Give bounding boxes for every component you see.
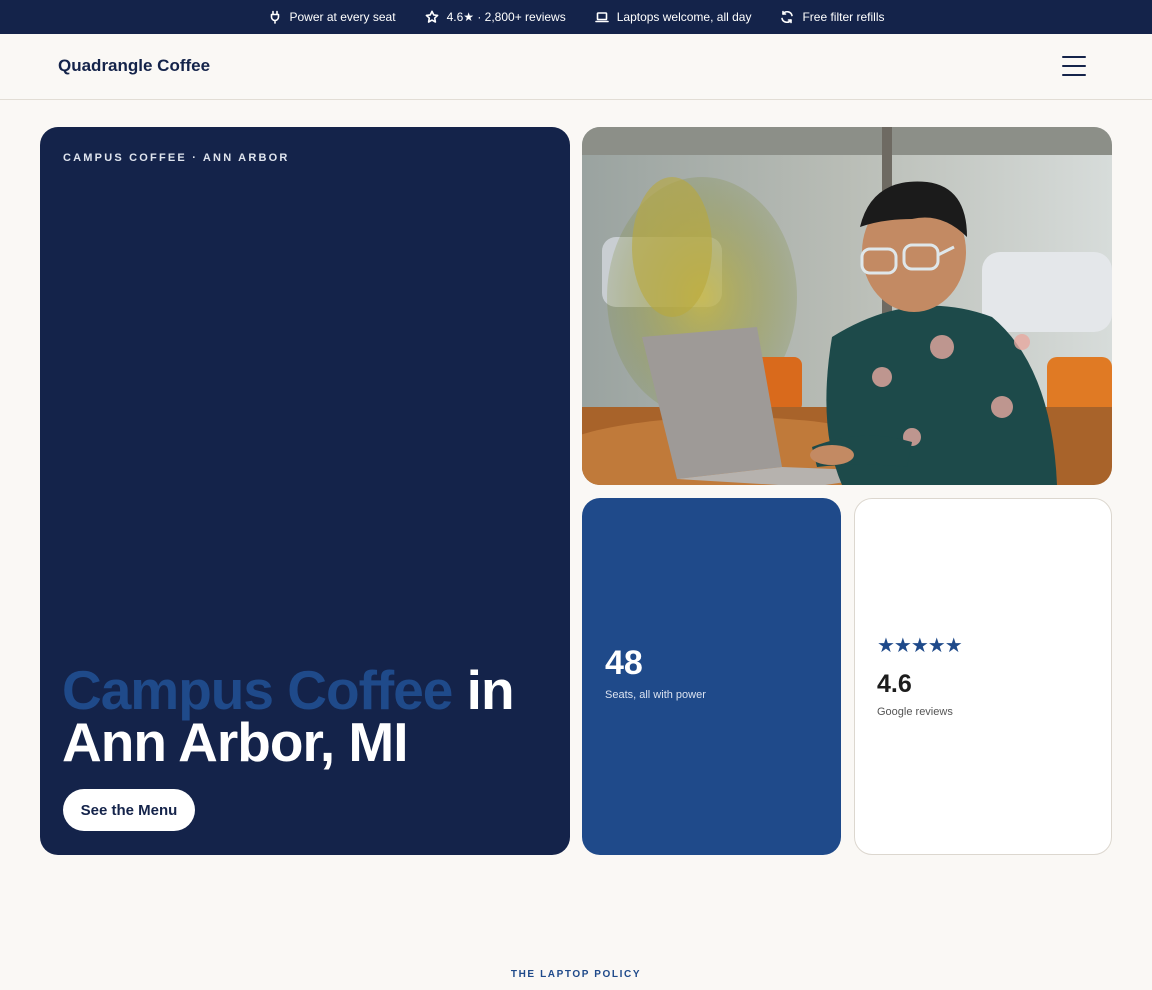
star-rating-icon: ★★★★★: [877, 635, 963, 657]
reviews-stat-card: ★★★★★ 4.6 Google reviews: [854, 498, 1112, 855]
cafe-laptop-photo: [582, 127, 1112, 485]
hero-eyebrow: CAMPUS COFFEE · ANN ARBOR: [63, 152, 290, 164]
announcement-bar: Power at every seat 4.6★ · 2,800+ review…: [0, 0, 1152, 34]
star-icon: [425, 10, 438, 23]
refresh-icon: [781, 10, 794, 24]
topbar-item-laptops: Laptops welcome, all day: [594, 10, 752, 24]
topbar-item-refills: Free filter refills: [780, 10, 884, 24]
laptop-policy-eyebrow: THE LAPTOP POLICY: [510, 969, 642, 980]
topbar-item-label: Laptops welcome, all day: [616, 10, 752, 24]
plug-icon: [270, 10, 279, 24]
seats-stat-card: 48 Seats, all with power: [582, 498, 841, 855]
topbar-item-label: 4.6★ · 2,800+ reviews: [446, 10, 566, 24]
seats-label: Seats, all with power: [605, 689, 706, 701]
menu-line: [1062, 74, 1086, 76]
seats-count: 48: [605, 644, 643, 682]
reviews-label: Google reviews: [877, 706, 953, 718]
brand-logo[interactable]: Quadrangle Coffee: [58, 56, 210, 76]
topbar-item-label: Power at every seat: [289, 10, 396, 24]
review-score: 4.6: [877, 670, 912, 698]
hero-photo: [582, 127, 1112, 485]
menu-line: [1062, 56, 1086, 58]
menu-line: [1062, 65, 1086, 67]
site-header: Quadrangle Coffee: [0, 34, 1152, 100]
see-menu-button[interactable]: See the Menu: [63, 789, 195, 831]
topbar-item-reviews: 4.6★ · 2,800+ reviews: [425, 10, 566, 24]
hamburger-menu-icon[interactable]: [1062, 56, 1086, 76]
topbar-item-label: Free filter refills: [802, 10, 885, 24]
hero-card: CAMPUS COFFEE · ANN ARBOR Campus Coffee …: [40, 127, 570, 855]
laptop-icon: [594, 12, 609, 23]
hero-title: Campus Coffee in Ann Arbor, MI: [62, 663, 552, 770]
topbar-item-power: Power at every seat: [268, 10, 396, 24]
